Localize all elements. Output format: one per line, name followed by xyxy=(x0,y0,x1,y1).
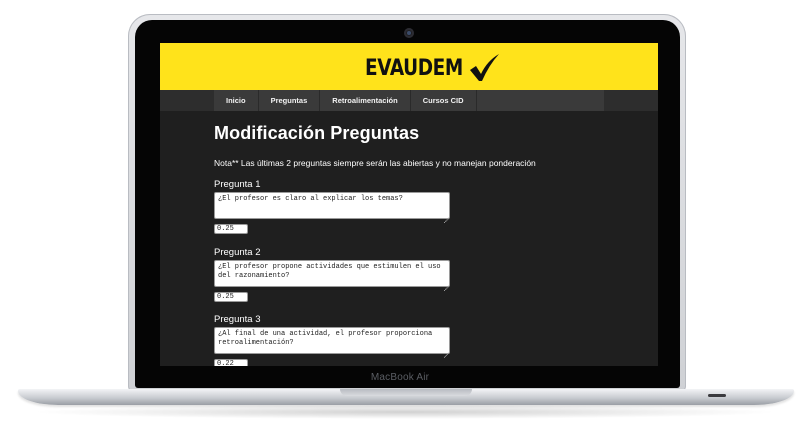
question-block: Pregunta 1 ¿El profesor es claro al expl… xyxy=(214,179,454,234)
main-navbar: Inicio Preguntas Retroalimentación Curso… xyxy=(160,90,658,111)
nav-item-preguntas[interactable]: Preguntas xyxy=(259,90,321,111)
nav-item-retroalimentacion[interactable]: Retroalimentación xyxy=(320,90,411,111)
question-block: Pregunta 3 ¿Al final de una actividad, e… xyxy=(214,314,454,366)
question-label: Pregunta 2 xyxy=(214,247,261,258)
nav-item-inicio[interactable]: Inicio xyxy=(214,90,259,111)
question-text-field[interactable]: ¿Al final de una actividad, el profesor … xyxy=(214,327,450,354)
logo-text: EVAUDEM xyxy=(365,55,463,81)
page-title: Modificación Preguntas xyxy=(214,123,420,143)
page-note: Nota** Las últimas 2 preguntas siempre s… xyxy=(214,158,536,168)
question-block: Pregunta 2 ¿El profesor propone activida… xyxy=(214,247,454,302)
device-mockup: EVAUDEM Inicio Preguntas Retroalimentaci… xyxy=(0,0,800,434)
question-weight-field[interactable] xyxy=(214,292,248,302)
camera-icon xyxy=(404,28,414,38)
question-weight-field[interactable] xyxy=(214,359,248,366)
nav-menu: Inicio Preguntas Retroalimentación Curso… xyxy=(214,90,604,111)
question-weight-field[interactable] xyxy=(214,224,248,234)
checkmark-icon xyxy=(470,54,499,81)
device-brand-label: MacBook Air xyxy=(370,372,430,383)
question-text-field[interactable]: ¿El profesor propone actividades que est… xyxy=(214,260,450,287)
browser-viewport: EVAUDEM Inicio Preguntas Retroalimentaci… xyxy=(160,43,658,366)
question-text-field[interactable]: ¿El profesor es claro al explicar los te… xyxy=(214,192,450,219)
site-logo[interactable]: EVAUDEM xyxy=(365,54,501,82)
device-shadow xyxy=(30,405,780,419)
site-banner: EVAUDEM xyxy=(160,43,658,90)
status-led-icon xyxy=(708,394,726,397)
laptop-notch xyxy=(340,389,472,396)
nav-item-cursos-cid[interactable]: Cursos CID xyxy=(411,90,477,111)
question-label: Pregunta 3 xyxy=(214,314,261,325)
question-label: Pregunta 1 xyxy=(214,179,261,190)
